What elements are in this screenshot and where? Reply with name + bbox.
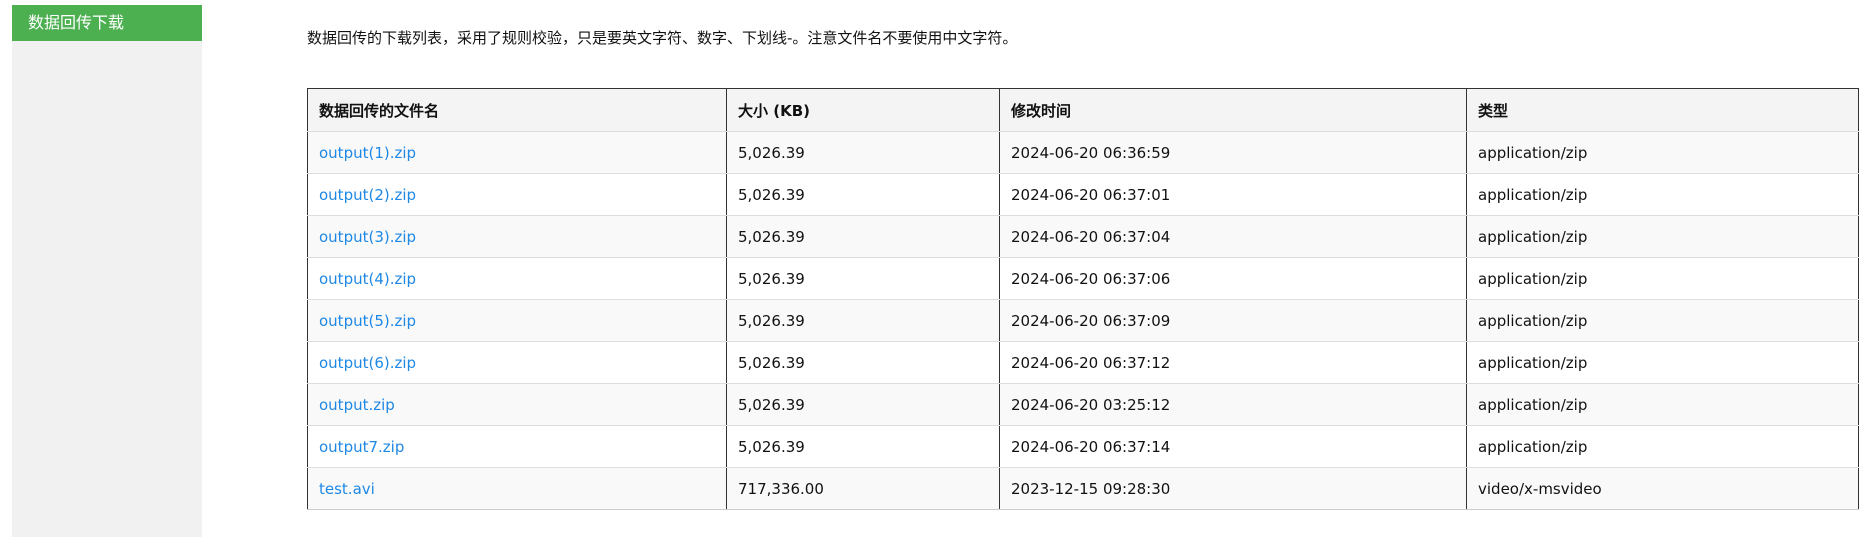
size-cell: 5,026.39: [726, 131, 1000, 174]
filename-cell: output.zip: [307, 383, 727, 426]
table-row: test.avi 717,336.00 2023-12-15 09:28:30 …: [307, 467, 1859, 510]
size-cell: 717,336.00: [726, 467, 1000, 510]
column-header-filename: 数据回传的文件名: [307, 88, 727, 132]
size-cell: 5,026.39: [726, 215, 1000, 258]
filename-cell: test.avi: [307, 467, 727, 510]
table-body: output(1).zip 5,026.39 2024-06-20 06:36:…: [307, 131, 1859, 510]
sidebar-item-data-download[interactable]: 数据回传下载: [12, 5, 202, 41]
size-cell: 5,026.39: [726, 299, 1000, 342]
filename-cell: output(5).zip: [307, 299, 727, 342]
type-cell: application/zip: [1466, 299, 1859, 342]
type-cell: application/zip: [1466, 215, 1859, 258]
filename-cell: output(2).zip: [307, 173, 727, 216]
modified-cell: 2024-06-20 06:36:59: [999, 131, 1467, 174]
modified-cell: 2024-06-20 03:25:12: [999, 383, 1467, 426]
table-row: output(2).zip 5,026.39 2024-06-20 06:37:…: [307, 173, 1859, 216]
modified-cell: 2024-06-20 06:37:14: [999, 425, 1467, 468]
type-cell: application/zip: [1466, 131, 1859, 174]
modified-cell: 2024-06-20 06:37:06: [999, 257, 1467, 300]
table-row: output(1).zip 5,026.39 2024-06-20 06:36:…: [307, 131, 1859, 174]
type-cell: application/zip: [1466, 173, 1859, 216]
page-description: 数据回传的下载列表，采用了规则校验，只是要英文字符、数字、下划线-。注意文件名不…: [307, 29, 1018, 47]
size-cell: 5,026.39: [726, 425, 1000, 468]
modified-cell: 2024-06-20 06:37:09: [999, 299, 1467, 342]
filename-cell: output(4).zip: [307, 257, 727, 300]
file-link[interactable]: output(5).zip: [319, 312, 416, 330]
modified-cell: 2024-06-20 06:37:01: [999, 173, 1467, 216]
type-cell: video/x-msvideo: [1466, 467, 1859, 510]
filename-cell: output(1).zip: [307, 131, 727, 174]
table-row: output7.zip 5,026.39 2024-06-20 06:37:14…: [307, 425, 1859, 468]
modified-cell: 2023-12-15 09:28:30: [999, 467, 1467, 510]
table-row: output(3).zip 5,026.39 2024-06-20 06:37:…: [307, 215, 1859, 258]
file-link[interactable]: output(6).zip: [319, 354, 416, 372]
column-header-type: 类型: [1466, 88, 1859, 132]
table-header: 数据回传的文件名 大小 (KB) 修改时间 类型: [307, 88, 1859, 132]
file-table: 数据回传的文件名 大小 (KB) 修改时间 类型 output(1).zip 5…: [307, 88, 1859, 510]
filename-cell: output(6).zip: [307, 341, 727, 384]
type-cell: application/zip: [1466, 425, 1859, 468]
header-row: 数据回传的文件名 大小 (KB) 修改时间 类型: [307, 88, 1859, 132]
table-row: output.zip 5,026.39 2024-06-20 03:25:12 …: [307, 383, 1859, 426]
modified-cell: 2024-06-20 06:37:04: [999, 215, 1467, 258]
type-cell: application/zip: [1466, 257, 1859, 300]
size-cell: 5,026.39: [726, 383, 1000, 426]
filename-cell: output7.zip: [307, 425, 727, 468]
column-header-modified: 修改时间: [999, 88, 1467, 132]
type-cell: application/zip: [1466, 341, 1859, 384]
table-row: output(4).zip 5,026.39 2024-06-20 06:37:…: [307, 257, 1859, 300]
filename-cell: output(3).zip: [307, 215, 727, 258]
size-cell: 5,026.39: [726, 341, 1000, 384]
table-row: output(5).zip 5,026.39 2024-06-20 06:37:…: [307, 299, 1859, 342]
file-link[interactable]: output.zip: [319, 396, 395, 414]
file-link[interactable]: output7.zip: [319, 438, 404, 456]
size-cell: 5,026.39: [726, 257, 1000, 300]
file-link[interactable]: output(1).zip: [319, 144, 416, 162]
file-link[interactable]: output(3).zip: [319, 228, 416, 246]
table-row: output(6).zip 5,026.39 2024-06-20 06:37:…: [307, 341, 1859, 384]
file-link[interactable]: output(2).zip: [319, 186, 416, 204]
size-cell: 5,026.39: [726, 173, 1000, 216]
sidebar: 数据回传下载: [12, 5, 202, 537]
file-link[interactable]: output(4).zip: [319, 270, 416, 288]
type-cell: application/zip: [1466, 383, 1859, 426]
modified-cell: 2024-06-20 06:37:12: [999, 341, 1467, 384]
file-link[interactable]: test.avi: [319, 480, 375, 498]
column-header-size: 大小 (KB): [726, 88, 1000, 132]
